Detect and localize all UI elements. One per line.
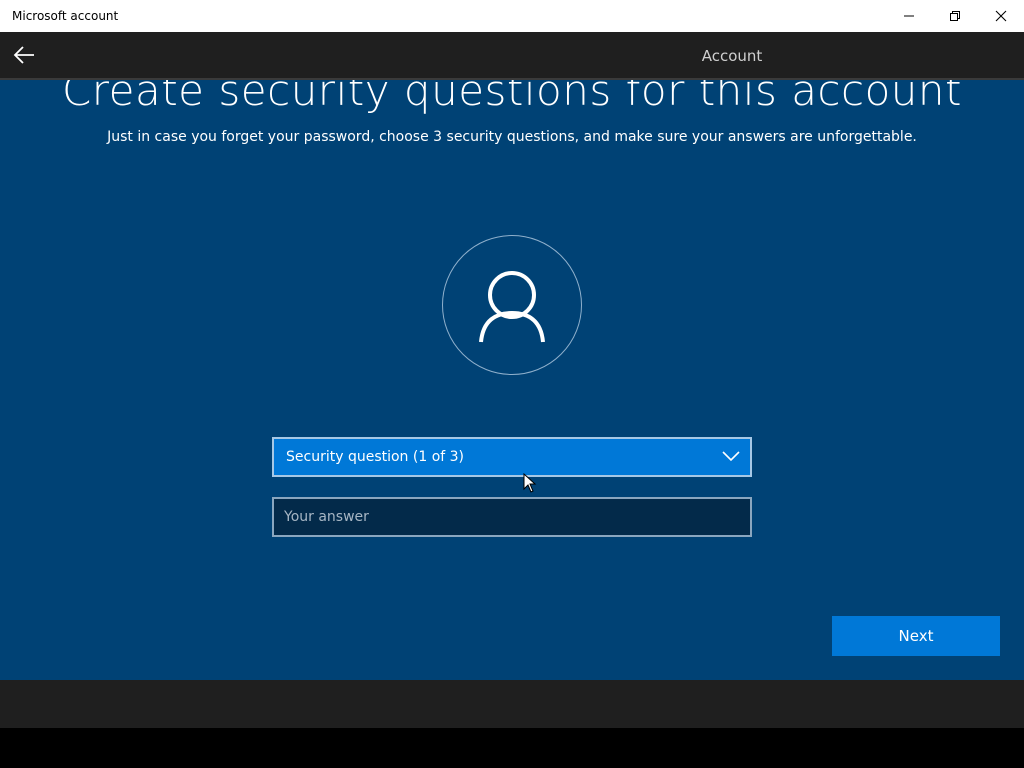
tab-account[interactable]: Account: [632, 32, 832, 78]
user-icon: [479, 271, 545, 343]
bottom-bar: [0, 680, 1024, 728]
chevron-down-icon: [722, 451, 740, 462]
minimize-icon: [904, 15, 914, 17]
app-header: Account: [0, 32, 1024, 80]
restore-button[interactable]: [932, 0, 978, 32]
back-arrow-icon: [13, 46, 34, 64]
window-title: Microsoft account: [12, 9, 119, 23]
close-icon: [995, 10, 1007, 22]
mouse-cursor-icon: [523, 473, 537, 493]
main-content: Create security questions for this accou…: [0, 80, 1024, 680]
avatar: [442, 235, 582, 375]
answer-input[interactable]: [272, 497, 752, 537]
window-titlebar: Microsoft account: [0, 0, 1024, 32]
close-button[interactable]: [978, 0, 1024, 32]
next-button[interactable]: Next: [832, 616, 1000, 656]
back-button[interactable]: [4, 32, 44, 78]
security-question-selected: Security question (1 of 3): [286, 449, 465, 465]
security-question-dropdown[interactable]: Security question (1 of 3): [272, 437, 752, 477]
page-title: Create security questions for this accou…: [61, 80, 963, 115]
minimize-button[interactable]: [886, 0, 932, 32]
page-subtitle: Just in case you forget your password, c…: [107, 129, 917, 145]
restore-icon: [950, 11, 960, 21]
